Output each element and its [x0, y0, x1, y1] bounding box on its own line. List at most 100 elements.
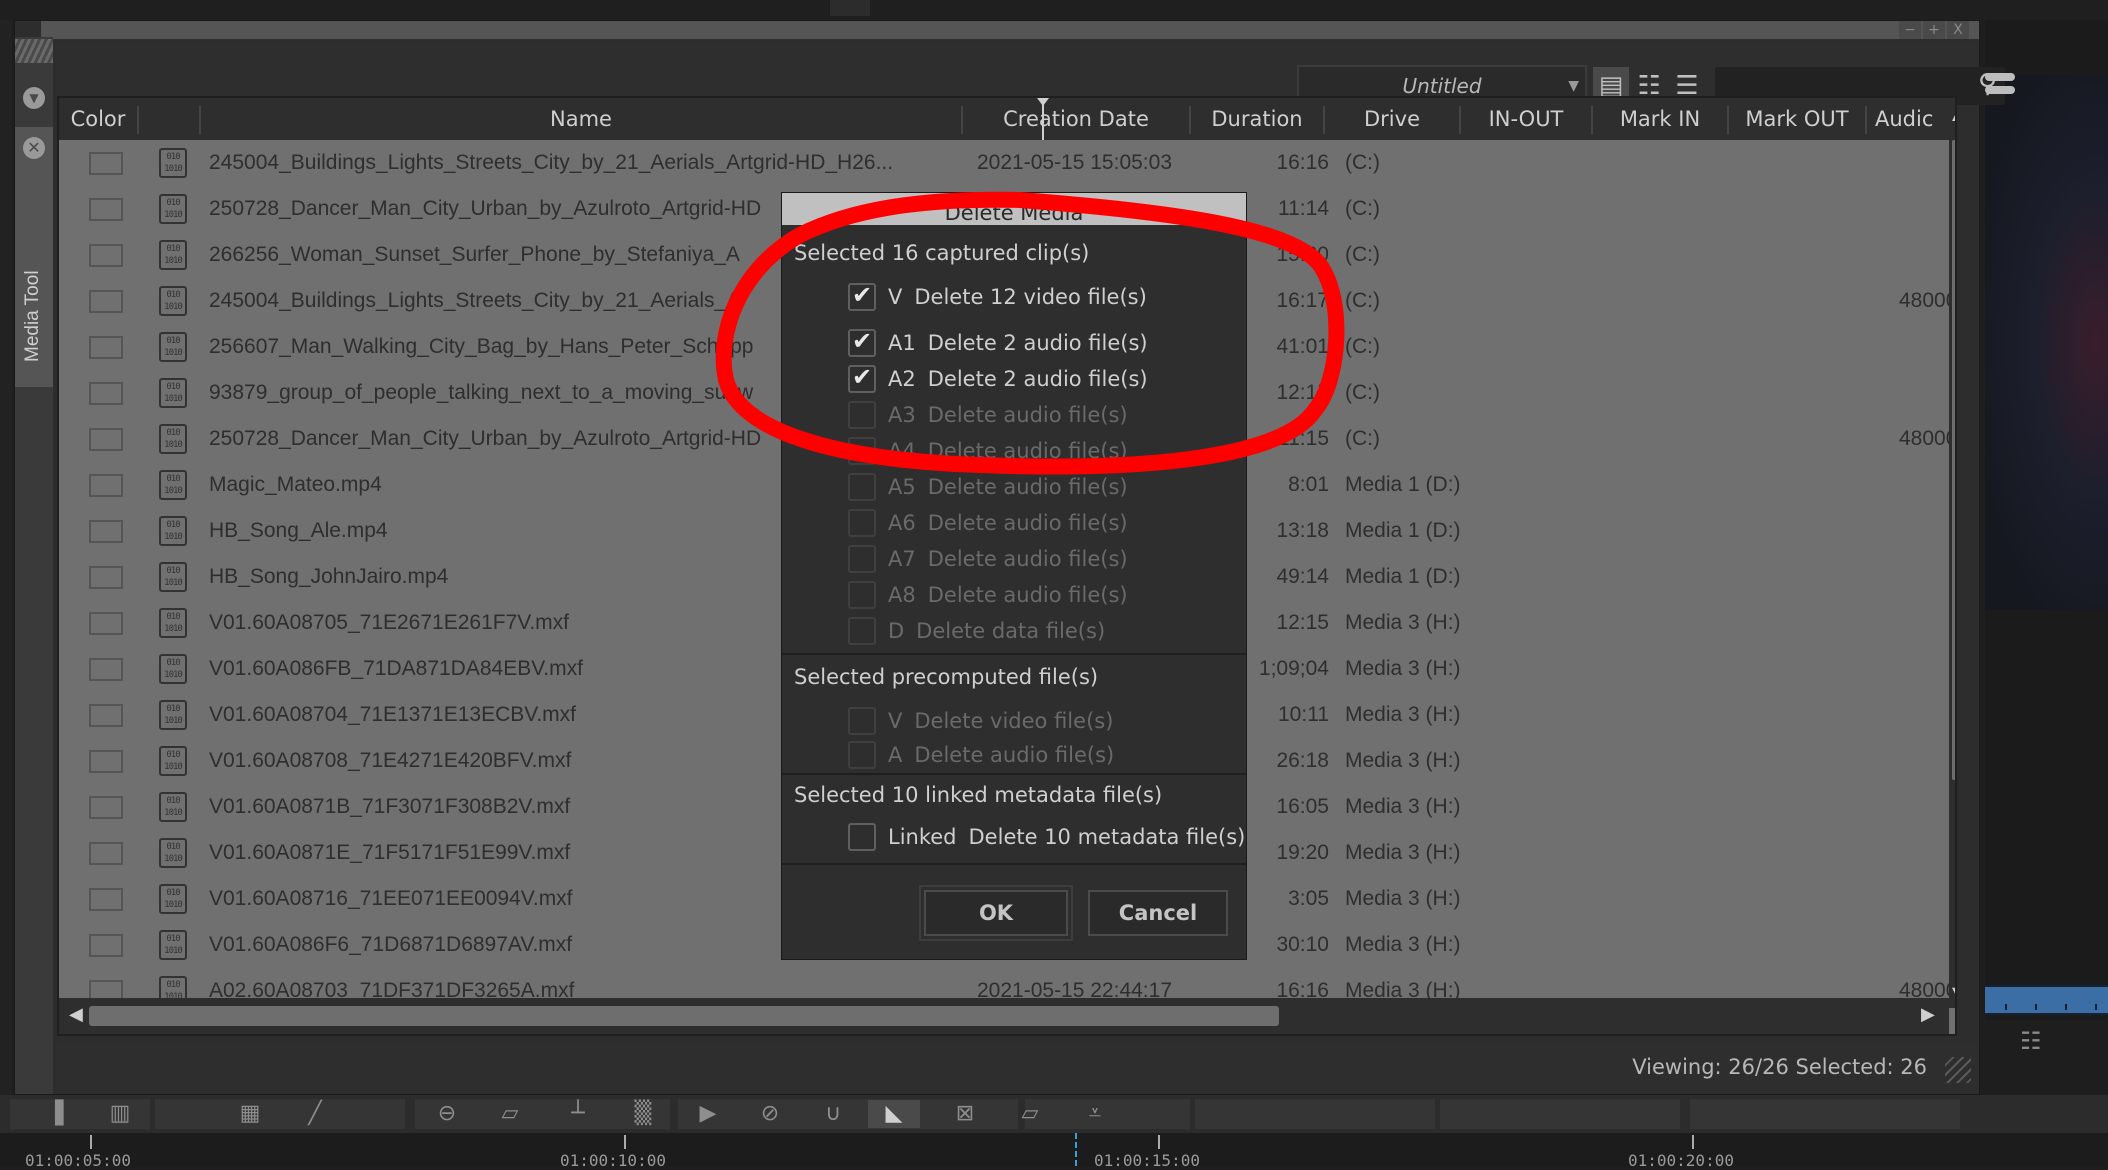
- drive: (C:): [1345, 243, 1380, 266]
- column-header-icon[interactable]: [139, 98, 199, 140]
- color-checkbox[interactable]: [89, 888, 123, 911]
- color-checkbox[interactable]: [89, 842, 123, 865]
- extract-icon[interactable]: ◣: [868, 1100, 920, 1128]
- trim-icon[interactable]: ╱: [300, 1100, 330, 1128]
- column-header-audio[interactable]: Audic: [1867, 98, 1949, 140]
- checkbox: [848, 581, 876, 609]
- resize-grip[interactable]: [1945, 1057, 1971, 1083]
- option-label: Delete video file(s): [914, 709, 1114, 733]
- column-header-mark-out[interactable]: Mark OUT: [1729, 98, 1865, 140]
- column-header-name[interactable]: Name: [201, 98, 961, 140]
- drive: Media 3 (H:): [1345, 657, 1461, 680]
- master-clip-icon: 010 1010: [159, 792, 187, 822]
- hamburger-menu-icon[interactable]: [1985, 73, 2015, 99]
- color-checkbox[interactable]: [89, 382, 123, 405]
- remove-effect-icon[interactable]: ⊠: [950, 1100, 980, 1128]
- color-checkbox[interactable]: [89, 152, 123, 175]
- effect-icon[interactable]: ⊖: [432, 1100, 462, 1128]
- checkbox[interactable]: [848, 327, 876, 357]
- checkbox: [848, 741, 876, 769]
- master-clip-icon: 010 1010: [159, 930, 187, 960]
- color-checkbox[interactable]: [89, 244, 123, 267]
- close-window-button[interactable]: X: [1947, 21, 1969, 39]
- drag-handle[interactable]: [15, 39, 53, 63]
- color-checkbox[interactable]: [89, 290, 123, 313]
- column-header-in-out[interactable]: IN-OUT: [1461, 98, 1591, 140]
- vertical-scrollbar[interactable]: ▲ ▼: [1949, 98, 1955, 1008]
- drive: Media 1 (D:): [1345, 473, 1461, 496]
- option-label: Delete audio file(s): [927, 547, 1128, 571]
- playhead[interactable]: [1075, 1133, 1077, 1166]
- table-row[interactable]: 010 1010 245004_Buildings_Lights_Streets_C…: [59, 140, 1944, 186]
- window-title-bar[interactable]: − + X: [41, 21, 1979, 39]
- drive: Media 3 (H:): [1345, 749, 1461, 772]
- scroll-right-icon[interactable]: ▶: [1921, 1004, 1935, 1025]
- position-bar[interactable]: [1985, 985, 2108, 1015]
- maximize-button[interactable]: +: [1923, 21, 1945, 39]
- master-clip-icon: 010 1010: [159, 332, 187, 362]
- checkbox: [848, 401, 876, 429]
- delete-option-linked[interactable]: Linked Delete 10 metadata file(s): [848, 821, 1245, 853]
- ok-button[interactable]: OK: [919, 885, 1073, 941]
- color-checkbox[interactable]: [89, 198, 123, 221]
- motion-icon[interactable]: ▱: [495, 1100, 525, 1128]
- captured-clips-label: Selected 16 captured clip(s): [794, 241, 1090, 265]
- grid-layout-icon[interactable]: ☷: [2020, 1027, 2050, 1057]
- disable-icon[interactable]: ⊘: [755, 1100, 785, 1128]
- column-header-creation-date[interactable]: Creation Date: [963, 98, 1189, 140]
- color-checkbox[interactable]: [89, 658, 123, 681]
- add-edit-icon[interactable]: ┴: [563, 1100, 593, 1128]
- close-tab-icon[interactable]: ✕: [23, 137, 45, 159]
- column-header-mark-in[interactable]: Mark IN: [1593, 98, 1727, 140]
- segment-icon[interactable]: ▱: [1015, 1100, 1045, 1128]
- lift-icon[interactable]: ∪: [818, 1100, 848, 1128]
- drive: Media 3 (H:): [1345, 841, 1461, 864]
- color-checkbox[interactable]: [89, 796, 123, 819]
- color-checkbox[interactable]: [89, 934, 123, 957]
- vertical-scroll-thumb[interactable]: [1952, 140, 1955, 780]
- color-checkbox[interactable]: [89, 428, 123, 451]
- column-drag-marker[interactable]: [1034, 98, 1052, 140]
- horizontal-scrollbar[interactable]: ◀ ▶: [59, 998, 1949, 1034]
- checkbox[interactable]: [848, 363, 876, 393]
- cancel-button[interactable]: Cancel: [1088, 890, 1228, 936]
- master-clip-icon: 010 1010: [159, 746, 187, 776]
- overwrite-icon[interactable]: ▥: [105, 1100, 135, 1128]
- track-label: A: [888, 743, 903, 767]
- minimize-button[interactable]: −: [1899, 21, 1921, 39]
- column-header-duration[interactable]: Duration: [1191, 98, 1323, 140]
- delete-option-a1[interactable]: A1 Delete 2 audio file(s): [848, 327, 1148, 359]
- color-checkbox[interactable]: [89, 566, 123, 589]
- color-checkbox[interactable]: [89, 520, 123, 543]
- mark-clip-icon[interactable]: ▦: [235, 1100, 265, 1128]
- play-clip-icon[interactable]: ▶: [693, 1100, 723, 1128]
- delete-option-a2[interactable]: A2 Delete 2 audio file(s): [848, 363, 1148, 395]
- delete-option-a8: A8 Delete audio file(s): [848, 579, 1128, 611]
- color-checkbox[interactable]: [89, 704, 123, 727]
- source-monitor: [1985, 75, 2108, 610]
- color-checkbox[interactable]: [89, 612, 123, 635]
- color-checkbox[interactable]: [89, 336, 123, 359]
- scroll-left-icon[interactable]: ◀: [69, 1004, 83, 1025]
- collapse-dropdown-icon[interactable]: ▼: [23, 87, 45, 109]
- column-header-color[interactable]: Color: [59, 98, 137, 140]
- delete-option-v[interactable]: V Delete 12 video file(s): [848, 281, 1147, 313]
- top-bottom-icon[interactable]: ⩡: [1080, 1100, 1110, 1128]
- horizontal-scroll-thumb[interactable]: [89, 1006, 1279, 1026]
- column-header-drive[interactable]: Drive: [1325, 98, 1459, 140]
- color-checkbox[interactable]: [89, 474, 123, 497]
- tab-media-tool[interactable]: Media Tool: [15, 127, 53, 387]
- delete-option-a: A Delete audio file(s): [848, 739, 1114, 771]
- render-icon[interactable]: ▒: [628, 1100, 658, 1128]
- timeline-ruler[interactable]: 01:00:05:00 01:00:10:00 01:00:15:00 01:0…: [0, 1133, 2108, 1170]
- splice-icon[interactable]: ▐: [40, 1100, 70, 1128]
- master-clip-icon: 010 1010: [159, 516, 187, 546]
- bin-toolbar: Untitled ▼ ▤ ☷ ☰ ⚲: [55, 43, 2015, 107]
- checkbox[interactable]: [848, 823, 876, 851]
- option-label: Delete audio file(s): [927, 439, 1128, 463]
- scroll-up-icon[interactable]: ▲: [1952, 104, 1955, 123]
- scroll-down-icon[interactable]: ▼: [1952, 983, 1955, 1002]
- master-clip-icon: 010 1010: [159, 378, 187, 408]
- checkbox[interactable]: [848, 281, 876, 311]
- color-checkbox[interactable]: [89, 750, 123, 773]
